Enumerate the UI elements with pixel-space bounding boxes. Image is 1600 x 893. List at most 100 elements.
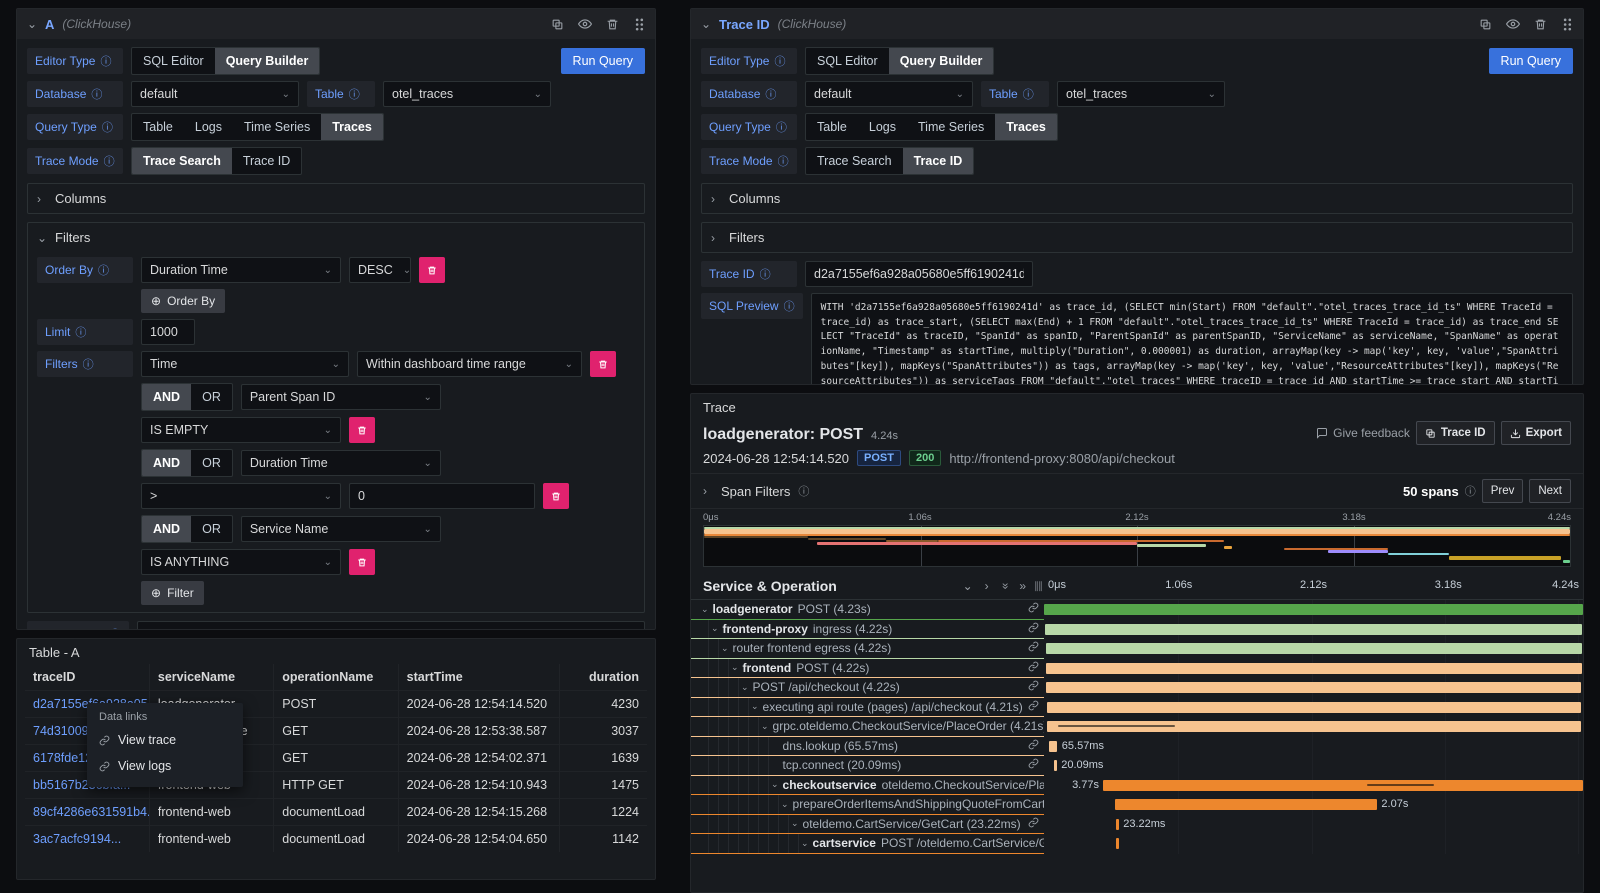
info-icon[interactable]: ⓘ xyxy=(784,298,795,314)
columns-section-header[interactable]: ›Columns xyxy=(37,191,635,206)
run-query-button[interactable]: Run Query xyxy=(1489,48,1573,74)
chevron-down-icon[interactable]: ⌄ xyxy=(781,799,789,810)
remove-filter-button[interactable] xyxy=(349,549,375,575)
table-select[interactable]: otel_traces⌄ xyxy=(383,81,551,107)
or-option[interactable]: OR xyxy=(191,516,232,542)
query-type-logs[interactable]: Logs xyxy=(184,114,233,140)
drag-handle-icon[interactable] xyxy=(1561,18,1573,31)
span-label[interactable]: ⌄oteldemo.CartService/GetCart (23.22ms) xyxy=(691,815,1044,835)
span-link-icon[interactable] xyxy=(1023,758,1044,772)
query-ref-id[interactable]: Trace ID xyxy=(719,17,770,32)
span-link-icon[interactable] xyxy=(1023,739,1044,753)
query-type-traces[interactable]: Traces xyxy=(995,114,1057,140)
column-resize-handle[interactable]: ∥∥ xyxy=(1034,581,1042,592)
query-ref-id[interactable]: A xyxy=(45,17,54,32)
info-icon[interactable]: ⓘ xyxy=(110,626,121,630)
filter-field-select[interactable]: Parent Span ID⌄ xyxy=(241,384,441,410)
run-query-button[interactable]: Run Query xyxy=(561,48,645,74)
and-option[interactable]: AND xyxy=(142,516,191,542)
order-by-direction-select[interactable]: DESC⌄ xyxy=(349,257,411,283)
info-icon[interactable]: ⓘ xyxy=(760,266,771,282)
span-bar-area[interactable] xyxy=(1044,717,1583,737)
view-logs-link[interactable]: View logs xyxy=(99,753,231,779)
span-label[interactable]: ⌄POST /api/checkout (4.22s) xyxy=(691,678,1044,698)
col-servicename[interactable]: serviceName xyxy=(149,664,273,691)
span-bar-area[interactable] xyxy=(1044,620,1583,640)
trace-id-link[interactable]: 89cf4286e631591b4... xyxy=(25,799,149,826)
expand-one-icon[interactable]: › xyxy=(985,579,989,593)
span-label[interactable]: ⌄cartservicePOST /oteldemo.CartService/G… xyxy=(691,834,1044,854)
chevron-down-icon[interactable]: ⌄ xyxy=(791,818,799,829)
col-starttime[interactable]: startTime xyxy=(398,664,560,691)
filter-field-select[interactable]: Service Name⌄ xyxy=(241,516,441,542)
database-select[interactable]: default⌄ xyxy=(805,81,973,107)
trace-id-input[interactable] xyxy=(805,261,1033,287)
span-link-icon[interactable] xyxy=(1023,602,1044,616)
filter-operator-select[interactable]: IS EMPTY⌄ xyxy=(141,417,341,443)
span-label[interactable]: ⌄frontend-proxyingress (4.22s) xyxy=(691,620,1044,640)
query-type-logs[interactable]: Logs xyxy=(858,114,907,140)
order-by-field-select[interactable]: Duration Time⌄ xyxy=(141,257,341,283)
span-link-icon[interactable] xyxy=(1023,622,1044,636)
span-label[interactable]: ⌄grpc.oteldemo.CheckoutService/PlaceOrde… xyxy=(691,717,1044,737)
query-type-traces[interactable]: Traces xyxy=(321,114,383,140)
filter-value-input[interactable] xyxy=(349,483,535,509)
info-icon[interactable]: ⓘ xyxy=(1465,483,1476,499)
view-trace-link[interactable]: View trace xyxy=(99,727,231,753)
col-duration[interactable]: duration xyxy=(560,664,647,691)
trace-id-link[interactable]: 3ac7acfc9194... xyxy=(25,826,149,853)
info-icon[interactable]: ⓘ xyxy=(774,53,785,69)
prev-button[interactable]: Prev xyxy=(1482,479,1524,503)
chevron-down-icon[interactable]: ⌄ xyxy=(701,604,709,615)
info-icon[interactable]: ⓘ xyxy=(83,356,94,372)
chevron-down-icon[interactable]: ⌄ xyxy=(711,623,719,634)
or-option[interactable]: OR xyxy=(191,450,232,476)
or-option[interactable]: OR xyxy=(191,384,232,410)
filter-field-select[interactable]: Duration Time⌄ xyxy=(241,450,441,476)
collapse-query-icon[interactable]: ⌄ xyxy=(27,17,37,31)
remove-filter-button[interactable] xyxy=(590,351,616,377)
span-bar-area[interactable] xyxy=(1044,600,1583,620)
span-bar-area[interactable] xyxy=(1044,834,1583,854)
span-bar-area[interactable]: 2.07s xyxy=(1044,795,1583,815)
table-select[interactable]: otel_traces⌄ xyxy=(1057,81,1225,107)
expand-all-icon[interactable]: » xyxy=(1019,579,1026,593)
drag-handle-icon[interactable] xyxy=(633,18,645,31)
info-icon[interactable]: ⓘ xyxy=(102,119,113,135)
duplicate-query-icon[interactable] xyxy=(551,18,564,31)
info-icon[interactable]: ⓘ xyxy=(100,53,111,69)
span-bar-area[interactable]: 3.77s xyxy=(1044,776,1583,796)
info-icon[interactable]: ⓘ xyxy=(104,153,115,169)
span-label[interactable]: ⌄prepareOrderItemsAndShippingQuoteFromCa… xyxy=(691,795,1044,815)
query-type-timeseries[interactable]: Time Series xyxy=(233,114,321,140)
sql-preview-code[interactable]: SELECT "TraceId" as traceID, "ServiceNam… xyxy=(137,621,645,630)
info-icon[interactable]: ⓘ xyxy=(98,262,109,278)
span-link-icon[interactable] xyxy=(1023,817,1044,831)
remove-order-by-button[interactable] xyxy=(419,257,445,283)
chevron-down-icon[interactable]: ⌄ xyxy=(721,643,729,654)
add-filter-button[interactable]: ⊕Filter xyxy=(141,581,204,605)
filter-field-select[interactable]: Time⌄ xyxy=(141,351,349,377)
info-icon[interactable]: ⓘ xyxy=(776,119,787,135)
filters-section-header[interactable]: ›Filters xyxy=(711,230,1563,245)
span-bar-area[interactable] xyxy=(1044,659,1583,679)
info-icon[interactable]: ⓘ xyxy=(91,86,102,102)
span-bar-area[interactable]: 20.09ms xyxy=(1044,756,1583,776)
query-builder-option[interactable]: Query Builder xyxy=(215,48,320,74)
trace-id-option[interactable]: Trace ID xyxy=(903,148,974,174)
span-bar-area[interactable]: 65.57ms xyxy=(1044,737,1583,757)
delete-query-icon[interactable] xyxy=(606,18,619,31)
sql-preview-code[interactable]: WITH 'd2a7155ef6a928a05680e5ff6190241d' … xyxy=(811,293,1573,385)
span-bar-area[interactable] xyxy=(1044,639,1583,659)
span-bar-area[interactable]: 23.22ms xyxy=(1044,815,1583,835)
span-link-icon[interactable] xyxy=(1023,680,1044,694)
give-feedback-button[interactable]: Give feedback xyxy=(1316,426,1410,440)
remove-filter-button[interactable] xyxy=(543,483,569,509)
span-bar-area[interactable] xyxy=(1044,698,1583,718)
sql-editor-option[interactable]: SQL Editor xyxy=(132,48,215,74)
limit-input[interactable] xyxy=(141,319,195,345)
chevron-down-icon[interactable]: ⌄ xyxy=(741,682,749,693)
filters-section-header[interactable]: ⌄Filters xyxy=(37,230,635,245)
info-icon[interactable]: ⓘ xyxy=(778,153,789,169)
span-label[interactable]: ⌄dns.lookup (65.57ms) xyxy=(691,737,1044,757)
